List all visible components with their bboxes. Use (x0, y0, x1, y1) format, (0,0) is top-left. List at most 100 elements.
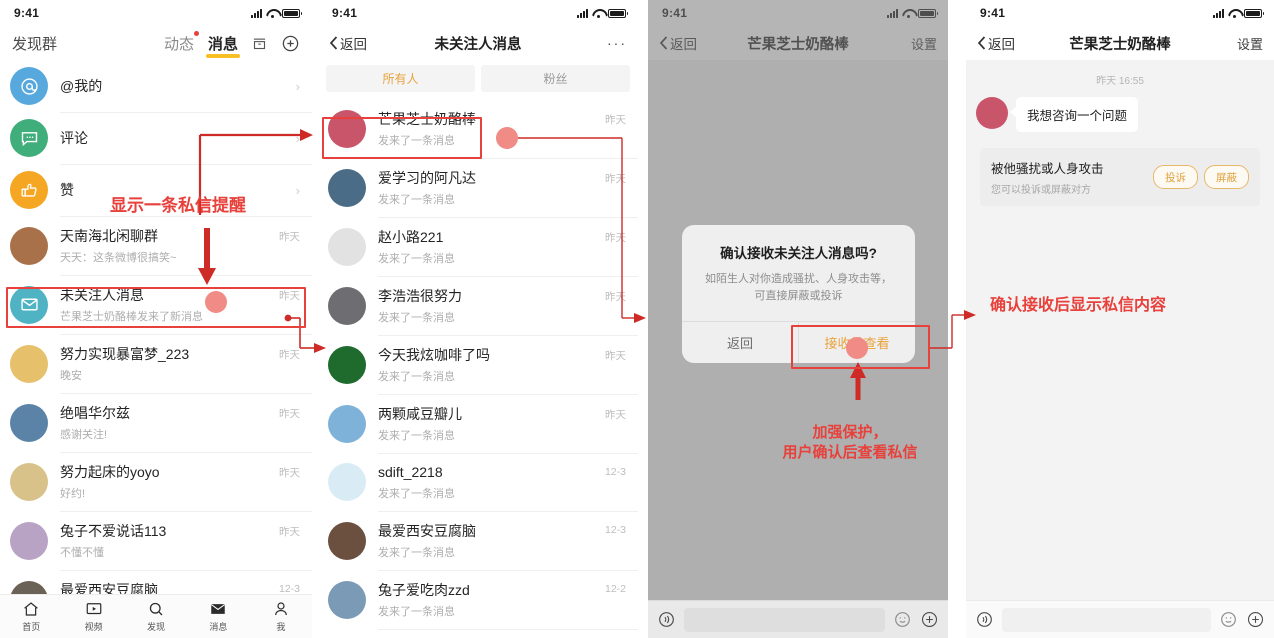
signal-icon (251, 8, 262, 18)
list-item[interactable]: 努力起床的yoyo 好约! 昨天 (0, 452, 312, 511)
battery-icon (282, 8, 302, 18)
report-button[interactable]: 投诉 (1153, 165, 1198, 189)
tabbar-item-me[interactable]: 我 (250, 600, 312, 633)
plus-icon[interactable] (1246, 610, 1265, 629)
panel-separator (312, 0, 318, 638)
chat-thread: 昨天 16:55 我想咨询一个问题 被他骚扰或人身攻击 您可以投诉或屏蔽对方 投… (966, 60, 1274, 214)
tabbar-item-discover[interactable]: 发现 (125, 600, 187, 633)
list-item[interactable]: 最爱西安豆腐脑 发来了一条消息 12-3 (318, 511, 638, 570)
list-item-name: 兔子爱吃肉zzd (378, 582, 470, 598)
warning-title: 被他骚扰或人身攻击 (991, 162, 1104, 176)
unfollowed-message-list[interactable]: 芒果芝士奶酪棒 发来了一条消息 昨天 爱学习的阿凡达 发来了一条消息 昨天 赵小… (318, 99, 638, 638)
avatar (10, 462, 48, 501)
list-item-name: 努力实现暴富梦_223 (60, 346, 190, 362)
avatar (10, 226, 48, 265)
message-bubble: 我想咨询一个问题 (1016, 97, 1139, 132)
warning-text: 被他骚扰或人身攻击 您可以投诉或屏蔽对方 (991, 158, 1147, 196)
voice-icon[interactable] (657, 610, 676, 629)
list-item[interactable]: 兔子不爱说话113 不懂不懂 昨天 (0, 511, 312, 570)
list-item-time: 昨天 (279, 467, 300, 479)
list-item-text: 赵小路221 发来了一条消息 (378, 227, 599, 266)
status-time: 9:41 (980, 6, 1006, 20)
panel-separator (948, 0, 966, 638)
tab-xiaoxi-label: 消息 (207, 35, 238, 53)
plus-icon[interactable] (920, 610, 939, 629)
voice-icon[interactable] (975, 610, 994, 629)
list-item-time: 昨天 (605, 173, 626, 185)
video-icon (86, 603, 101, 615)
emoji-icon[interactable] (893, 610, 912, 629)
avatar (10, 344, 48, 383)
list-item-time: 昨天 (605, 114, 626, 126)
add-circle-icon[interactable] (281, 34, 300, 53)
tab-dongtai[interactable]: 动态 (163, 30, 199, 54)
list-item-sub: 发来了一条消息 (378, 487, 455, 500)
tabbar-label: 发现 (147, 622, 166, 632)
list-item[interactable]: 今天我炫咖啡了吗 发来了一条消息 昨天 (318, 335, 638, 394)
list-item[interactable]: 两颗咸豆瓣儿 发来了一条消息 昨天 (318, 394, 638, 453)
list-item[interactable]: sdift_2218 发来了一条消息 12-3 (318, 453, 638, 511)
list-item-sub: 发来了一条消息 (378, 371, 455, 383)
list-item[interactable]: 天南海北闲聊群 天天：这条微博很搞笑~ 昨天 (0, 216, 312, 275)
signal-icon (1213, 8, 1224, 18)
list-item-time: 昨天 (605, 350, 626, 362)
avatar (10, 521, 48, 560)
list-item[interactable]: 赵小路221 发来了一条消息 昨天 (318, 217, 638, 276)
tap-indicator (205, 291, 227, 313)
list-item[interactable]: 努力实现暴富梦_223 晚安 昨天 (0, 334, 312, 393)
tabbar-item-message[interactable]: 消息 (187, 600, 249, 633)
back-label: 返回 (988, 37, 1015, 52)
list-item[interactable]: 一两春江水 发来了一条消息 12-2 (318, 629, 638, 638)
list-item-time: 昨天 (605, 409, 626, 421)
mail-icon (211, 604, 226, 614)
list-item[interactable]: 最爱西安豆腐脑 能给转发一下么? 12-3 (0, 570, 312, 594)
list-item-time: 昨天 (605, 232, 626, 244)
list-item[interactable]: @我的 › (0, 60, 312, 112)
dialog-cancel-button[interactable]: 返回 (682, 322, 798, 363)
emoji-icon[interactable] (1219, 610, 1238, 629)
list-item-name: sdift_2218 (378, 463, 443, 480)
status-bar: 9:41 (966, 0, 1274, 26)
list-item-sub: 天天：这条微博很搞笑~ (60, 252, 177, 264)
tab-dongtai-label: 动态 (163, 35, 194, 53)
message-input[interactable] (684, 607, 885, 632)
chat-input-bar[interactable] (966, 600, 1274, 638)
message-input[interactable] (1002, 607, 1211, 632)
avatar[interactable] (976, 97, 1008, 129)
person-icon (274, 602, 287, 616)
list-item-sub: 发来了一条消息 (378, 312, 455, 324)
list-item-time: 昨天 (605, 291, 626, 303)
filter-tabs[interactable]: 所有人 粉丝 (318, 60, 638, 99)
list-item[interactable]: 绝唱华尔兹 感谢关注! 昨天 (0, 393, 312, 452)
comment-icon (10, 119, 48, 157)
tabbar-item-video[interactable]: 视频 (62, 600, 124, 633)
chat-input-bar[interactable] (648, 600, 948, 638)
list-item-time: 昨天 (279, 408, 300, 420)
avatar (328, 286, 366, 325)
archive-icon[interactable] (252, 36, 267, 51)
list-item[interactable]: 爱学习的阿凡达 发来了一条消息 昨天 (318, 158, 638, 217)
panel1-header: 发现群 动态 消息 (0, 26, 312, 60)
list-item-text: 李浩浩很努力 发来了一条消息 (378, 286, 599, 325)
bottom-tab-bar[interactable]: 首页 视频 发现 消息 我 (0, 594, 312, 638)
signal-icon (577, 8, 588, 18)
list-item[interactable]: 兔子爱吃肉zzd 发来了一条消息 12-2 (318, 570, 638, 629)
avatar (328, 580, 366, 619)
tab-xiaoxi[interactable]: 消息 (205, 33, 241, 58)
back-button[interactable]: 返回 (977, 33, 1015, 53)
tabbar-item-home[interactable]: 首页 (0, 600, 62, 633)
list-item-name: 两颗咸豆瓣儿 (378, 406, 462, 422)
settings-button[interactable]: 设置 (1237, 34, 1263, 53)
chevron-right-icon: › (295, 130, 300, 146)
tab-fans[interactable]: 粉丝 (481, 65, 630, 92)
list-item[interactable]: 李浩浩很努力 发来了一条消息 昨天 (318, 276, 638, 335)
back-button[interactable]: 返回 (329, 33, 367, 53)
list-item-time: 12-3 (604, 466, 626, 478)
list-item-text: 评论 (60, 128, 290, 148)
block-button[interactable]: 屏蔽 (1204, 165, 1249, 189)
list-item-text: 兔子不爱说话113 不懂不懂 (60, 521, 273, 560)
list-item[interactable]: 评论 › (0, 112, 312, 164)
dialog-title: 确认接收未关注人消息吗? (720, 246, 877, 261)
more-button[interactable]: ··· (607, 35, 627, 51)
tab-all-people[interactable]: 所有人 (326, 65, 475, 92)
